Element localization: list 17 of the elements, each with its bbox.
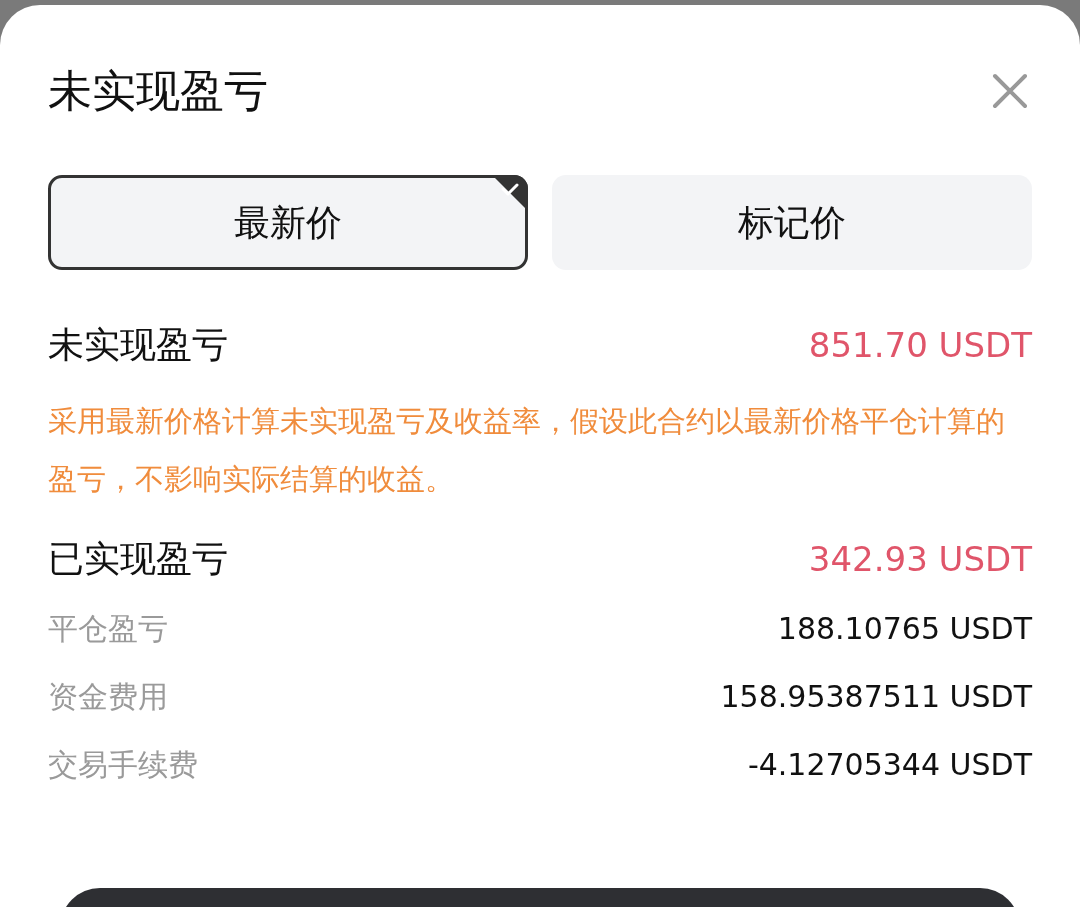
pnl-note: 采用最新价格计算未实现盈亏及收益率，假设此合约以最新价格平仓计算的盈亏，不影响实际结算的收益。 [48, 403, 1006, 498]
breakdown-label: 平仓盈亏 [48, 609, 168, 648]
breakdown-value: -4.12705344 USDT [747, 745, 1032, 784]
close-button[interactable] [992, 73, 1028, 109]
breakdown-value: 188.10765 USDT [777, 609, 1032, 648]
unrealized-pnl-label: 未实现盈亏 [48, 323, 228, 367]
close-icon [992, 73, 1028, 109]
breakdown-label: 交易手续费 [48, 745, 198, 784]
checkmark-icon [492, 175, 528, 211]
dialog-title: 未实现盈亏 [48, 69, 268, 113]
breakdown-value: 158.95387511 USDT [720, 677, 1032, 716]
price-tab[interactable]: 最新价 [48, 175, 528, 270]
realized-pnl-value: 342.93 USDT [808, 537, 1032, 581]
realized-pnl-label: 已实现盈亏 [48, 537, 228, 581]
breakdown-label: 资金费用 [48, 677, 168, 716]
price-tab[interactable]: 标记价 [552, 175, 1032, 270]
unrealized-pnl-value: 851.70 USDT [808, 323, 1032, 367]
